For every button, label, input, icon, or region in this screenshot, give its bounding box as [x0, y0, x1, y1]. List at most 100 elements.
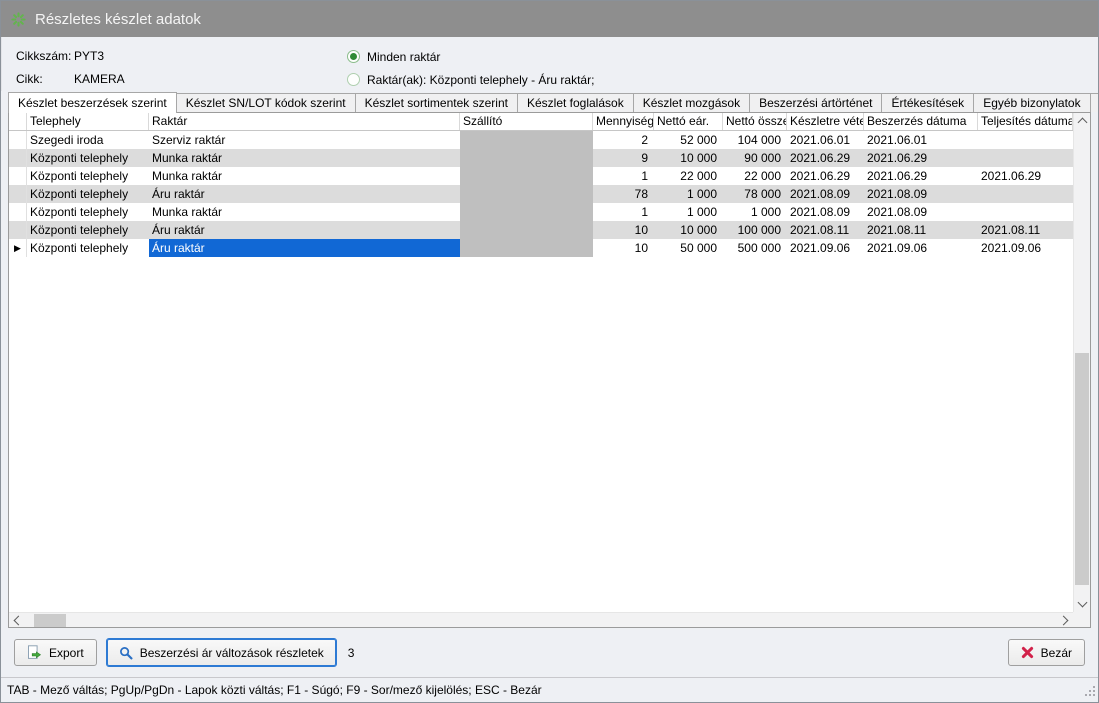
radio-row-selected-warehouse[interactable]: Raktár(ak): Központi telephely - Áru rak…: [347, 68, 594, 91]
cell[interactable]: 2021.06.29: [787, 167, 864, 185]
table-row[interactable]: Központi telephelyÁru raktár 1010 000100 …: [9, 221, 1073, 239]
cell[interactable]: 1 000: [654, 185, 723, 203]
cell[interactable]: Áru raktár: [149, 239, 460, 257]
column-header[interactable]: Készletre vétel: [787, 113, 864, 130]
cell[interactable]: Szegedi iroda: [27, 131, 149, 149]
cell[interactable]: 2021.09.06: [978, 239, 1073, 257]
cell[interactable]: Munka raktár: [149, 167, 460, 185]
scroll-right-button[interactable]: [1057, 613, 1073, 627]
price-changes-button[interactable]: Beszerzési ár változások részletek: [106, 638, 337, 667]
cell[interactable]: Központi telephely: [27, 221, 149, 239]
cell[interactable]: [460, 149, 593, 167]
radio-button-icon[interactable]: [347, 50, 360, 63]
table-row[interactable]: Szegedi irodaSzerviz raktár252 000104 00…: [9, 131, 1073, 149]
column-header[interactable]: Teljesítés dátuma: [978, 113, 1073, 130]
tab[interactable]: Egyéb bizonylatok: [973, 93, 1090, 112]
cell[interactable]: 1: [593, 167, 654, 185]
tab[interactable]: Készlet változása: [1090, 93, 1099, 112]
horizontal-scrollbar-thumb[interactable]: [34, 614, 66, 627]
cell[interactable]: 78 000: [723, 185, 787, 203]
column-header[interactable]: Nettó eár.: [654, 113, 723, 130]
row-gutter[interactable]: ▶: [9, 239, 27, 257]
cell[interactable]: Munka raktár: [149, 203, 460, 221]
column-header[interactable]: Mennyiség: [593, 113, 654, 130]
cell[interactable]: Központi telephely: [27, 167, 149, 185]
cell[interactable]: 100 000: [723, 221, 787, 239]
tab[interactable]: Készlet beszerzések szerint: [8, 92, 177, 113]
cell[interactable]: Központi telephely: [27, 239, 149, 257]
tab[interactable]: Készlet sortimentek szerint: [355, 93, 518, 112]
table-row[interactable]: Központi telephelyMunka raktár11 0001 00…: [9, 203, 1073, 221]
scroll-up-button[interactable]: [1074, 113, 1090, 129]
column-header[interactable]: Nettó összes: [723, 113, 787, 130]
cell[interactable]: [978, 185, 1073, 203]
tab[interactable]: Értékesítések: [881, 93, 974, 112]
tab[interactable]: Készlet SN/LOT kódok szerint: [176, 93, 356, 112]
cell[interactable]: 1: [593, 203, 654, 221]
cell[interactable]: [460, 203, 593, 221]
cell[interactable]: 2021.06.29: [864, 167, 978, 185]
cell[interactable]: [460, 221, 593, 239]
cell[interactable]: 9: [593, 149, 654, 167]
row-gutter[interactable]: [9, 221, 27, 239]
tab[interactable]: Készlet foglalások: [517, 93, 634, 112]
cell[interactable]: Áru raktár: [149, 221, 460, 239]
scroll-left-button[interactable]: [9, 613, 25, 627]
cell[interactable]: 10: [593, 221, 654, 239]
cell[interactable]: 2021.09.06: [787, 239, 864, 257]
column-header[interactable]: Raktár: [149, 113, 460, 130]
cell[interactable]: 78: [593, 185, 654, 203]
cell[interactable]: 2021.08.11: [864, 221, 978, 239]
row-gutter[interactable]: [9, 149, 27, 167]
cell[interactable]: 104 000: [723, 131, 787, 149]
vertical-scrollbar[interactable]: [1073, 113, 1090, 612]
cell[interactable]: 500 000: [723, 239, 787, 257]
cell[interactable]: 2021.08.11: [787, 221, 864, 239]
cell[interactable]: [460, 185, 593, 203]
cell[interactable]: 2021.06.29: [787, 149, 864, 167]
cell[interactable]: [460, 167, 593, 185]
cell[interactable]: [978, 131, 1073, 149]
radio-button-icon[interactable]: [347, 73, 360, 86]
cell[interactable]: [460, 239, 593, 257]
column-header[interactable]: Telephely: [27, 113, 149, 130]
cell[interactable]: 90 000: [723, 149, 787, 167]
cell[interactable]: 2021.08.09: [787, 185, 864, 203]
close-button[interactable]: Bezár: [1008, 639, 1085, 666]
radio-row-all-warehouses[interactable]: Minden raktár: [347, 45, 594, 68]
scroll-down-button[interactable]: [1074, 596, 1090, 612]
cell[interactable]: 2021.08.09: [864, 185, 978, 203]
column-header[interactable]: Szállító: [460, 113, 593, 130]
cell[interactable]: 2: [593, 131, 654, 149]
cell[interactable]: Központi telephely: [27, 185, 149, 203]
cell[interactable]: 10: [593, 239, 654, 257]
cell[interactable]: 2021.06.29: [864, 149, 978, 167]
row-gutter[interactable]: [9, 131, 27, 149]
cell[interactable]: 22 000: [654, 167, 723, 185]
tab[interactable]: Készlet mozgások: [633, 93, 750, 112]
tab[interactable]: Beszerzési ártörténet: [749, 93, 882, 112]
cell[interactable]: 2021.08.09: [787, 203, 864, 221]
table-row[interactable]: Központi telephelyMunka raktár910 00090 …: [9, 149, 1073, 167]
cell[interactable]: 2021.09.06: [864, 239, 978, 257]
cell[interactable]: 1 000: [654, 203, 723, 221]
cell[interactable]: [978, 203, 1073, 221]
cell[interactable]: 2021.08.11: [978, 221, 1073, 239]
vertical-scrollbar-thumb[interactable]: [1075, 353, 1089, 585]
export-button[interactable]: Export: [14, 639, 97, 666]
row-gutter[interactable]: [9, 203, 27, 221]
cell[interactable]: Központi telephely: [27, 203, 149, 221]
table-row[interactable]: Központi telephelyÁru raktár781 00078 00…: [9, 185, 1073, 203]
cell[interactable]: [978, 149, 1073, 167]
cell[interactable]: 10 000: [654, 221, 723, 239]
row-gutter[interactable]: [9, 185, 27, 203]
cell[interactable]: Szerviz raktár: [149, 131, 460, 149]
column-header[interactable]: Beszerzés dátuma: [864, 113, 978, 130]
cell[interactable]: 10 000: [654, 149, 723, 167]
cell[interactable]: 22 000: [723, 167, 787, 185]
resize-grip[interactable]: [1085, 686, 1096, 700]
cell[interactable]: 2021.06.29: [978, 167, 1073, 185]
table-row[interactable]: ▶Központi telephelyÁru raktár1050 000500…: [9, 239, 1073, 257]
cell[interactable]: Központi telephely: [27, 149, 149, 167]
cell[interactable]: 2021.08.09: [864, 203, 978, 221]
